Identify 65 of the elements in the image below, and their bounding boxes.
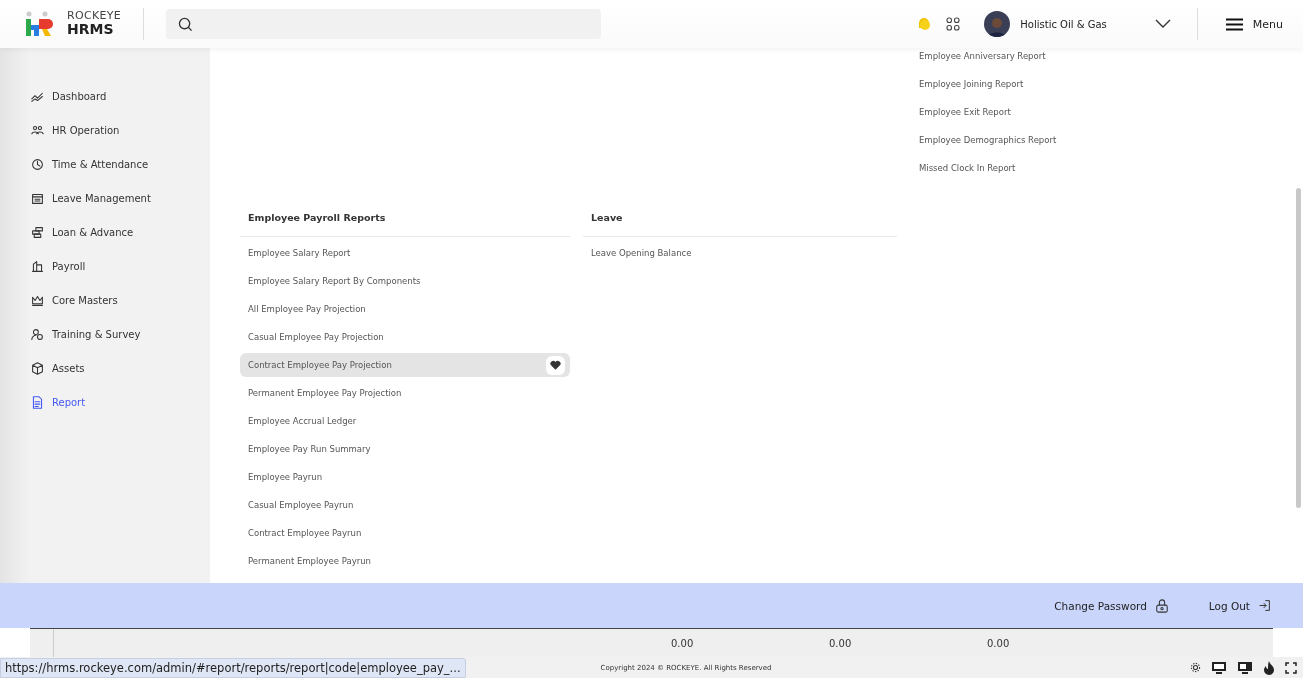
building-icon [31,259,44,273]
section-heading: Employee Payroll Reports [240,206,570,237]
heart-icon[interactable] [546,355,565,375]
report-link[interactable]: Employee Demographics Report [919,128,1250,152]
report-link[interactable]: Casual Employee Pay Projection [240,325,570,349]
document-icon [31,395,44,409]
table-cell-text: 0.00 [829,637,853,649]
monitor-icon[interactable] [1211,660,1227,675]
report-link[interactable]: Employee Pay Run Summary [240,437,570,461]
report-link[interactable]: Casual Employee Payrun [240,493,570,517]
monitor-icon[interactable] [1237,660,1253,675]
report-link[interactable]: All Employee Pay Projection [240,297,570,321]
report-link[interactable]: Contract Employee Payrun [240,521,570,545]
flame-icon[interactable] [1263,660,1275,675]
table-cell-text: 0.00 [671,637,695,649]
report-link[interactable]: Employee Salary Report [240,241,570,265]
report-link[interactable]: Employee Accrual Ledger [240,409,570,433]
cube-icon [31,361,44,375]
report-link[interactable]: Employee Anniversary Report [919,44,1250,68]
user-avatar[interactable] [984,11,1011,37]
company-name: Holistic Oil & Gas [1020,18,1107,30]
report-link[interactable]: Leave Opening Balance [583,241,897,265]
table-cell-text: 0.00 [987,637,1011,649]
calendar-icon [31,191,44,205]
report-link[interactable]: Permanent Employee Payrun [240,549,570,573]
report-link[interactable]: Permanent Employee Pay Projection [240,381,570,405]
sidebar-item[interactable]: Assets [0,351,210,385]
logo-icon [25,11,53,37]
logout-icon [1258,599,1271,612]
report-link[interactable]: Contract Employee Pay Projection [240,353,570,377]
menu-icon [1225,17,1243,31]
sidebar-item[interactable]: Leave Management [0,181,210,215]
sidebar-item[interactable]: Loan & Advance [0,215,210,249]
coins-icon [31,225,44,239]
report-link[interactable]: Employee Joining Report [919,72,1250,96]
search-field[interactable] [165,9,601,39]
menu-button[interactable]: Menu [1225,17,1283,31]
gear-icon[interactable] [1190,662,1201,673]
logout-link[interactable]: Log Out [1208,599,1271,612]
product-name: HRMS [67,22,115,38]
brand-name: ROCKEYE [67,10,121,23]
link-url: https://hrms.rockeye.com/admin/#report/reports/report|code|employee_pay_... [0,657,466,678]
change-password-link[interactable]: Change Password [1054,598,1169,613]
report-link[interactable]: Employee Salary Report By Components [240,269,570,293]
search-icon [177,16,193,32]
fullscreen-icon[interactable] [1285,661,1297,674]
apps-icon[interactable] [946,17,961,31]
people-icon [31,123,44,137]
scrollbar[interactable] [1296,188,1301,508]
report-link[interactable]: Missed Clock In Report [919,156,1250,180]
crown-icon [31,293,44,307]
sidebar-item[interactable]: Core Masters [0,283,210,317]
report-link[interactable]: Employee Payrun [240,465,570,489]
lock-icon [1154,598,1169,613]
sidebar-item[interactable]: Payroll [0,249,210,283]
sidebar-item[interactable]: Training & Survey [0,317,210,351]
report-link[interactable]: Employee Exit Report [919,100,1250,124]
sidebar-item[interactable]: Dashboard [0,79,210,113]
user-icon [31,327,44,341]
sidebar-item[interactable]: HR Operation [0,113,210,147]
clock-icon [31,157,44,171]
sidebar-item[interactable]: Report [0,385,210,419]
chevron-down-icon[interactable] [1154,19,1171,29]
section-heading: Leave [583,206,897,237]
sidebar-item[interactable]: Time & Attendance [0,147,210,181]
